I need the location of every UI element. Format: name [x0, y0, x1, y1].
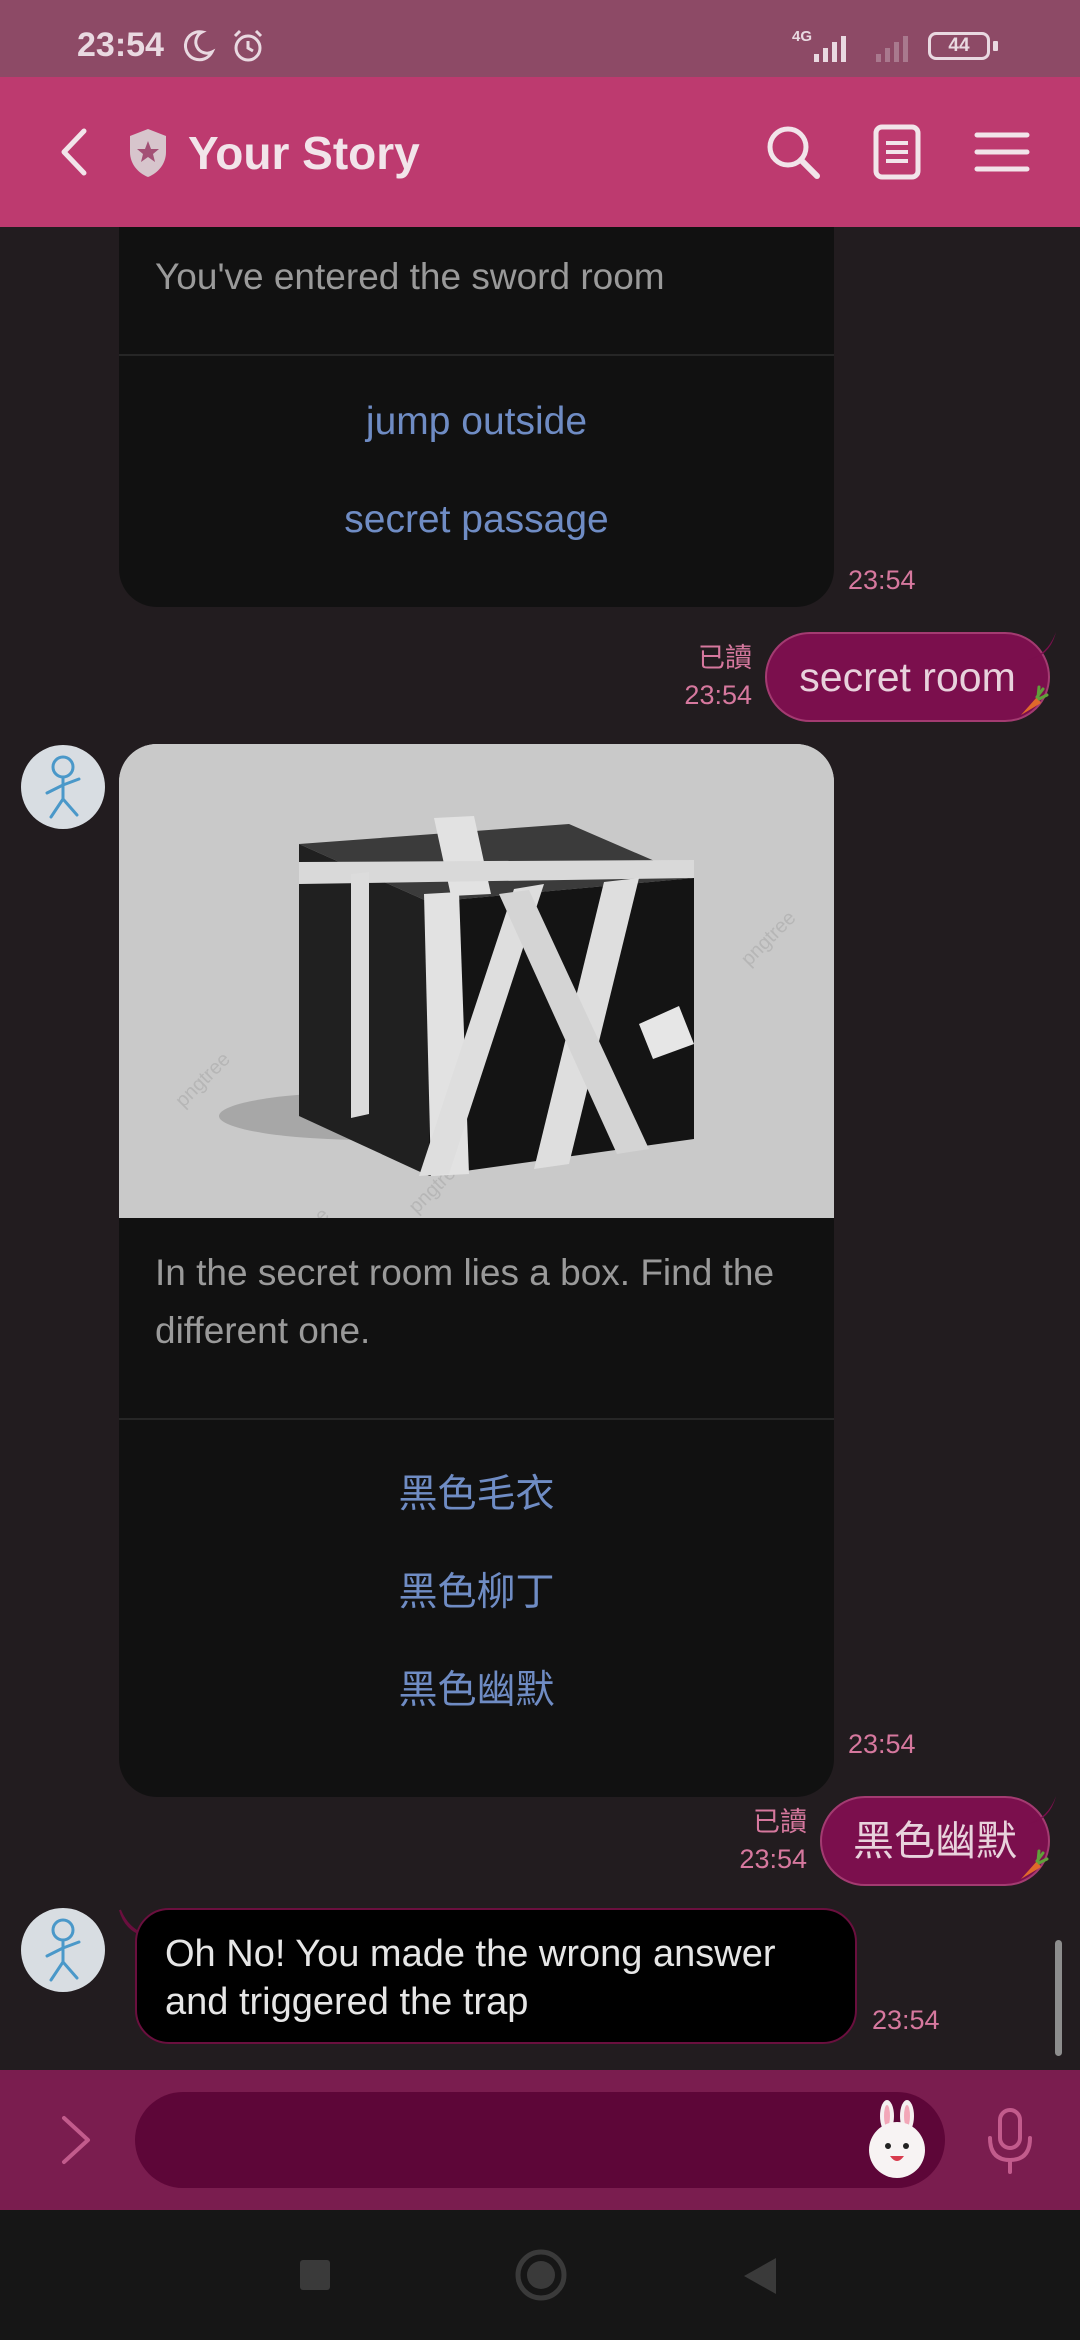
avatar[interactable] [21, 1908, 105, 1992]
shield-star-icon [126, 127, 170, 184]
incoming-message-bubble[interactable]: Oh No! You made the wrong answer and tri… [135, 1908, 857, 2044]
read-receipt: 已讀 23:54 [715, 1804, 807, 1878]
message-text: secret room [799, 654, 1016, 700]
avatar[interactable] [21, 745, 105, 829]
option-button[interactable]: secret passage [119, 471, 834, 569]
battery-tip [993, 41, 998, 51]
story-card: pngtreepngtree pngtreepngtree pngtreepng… [119, 744, 834, 1797]
notes-icon[interactable] [866, 121, 928, 183]
back-button[interactable] [740, 2256, 780, 2301]
chat-area[interactable]: You've entered the sword room jump outsi… [0, 227, 1080, 2070]
sticker-icon[interactable] [862, 2100, 932, 2185]
app-header: Your Story [0, 77, 1080, 227]
outgoing-message-bubble[interactable]: secret room [765, 632, 1050, 722]
carrot-icon [1013, 685, 1049, 721]
option-button[interactable]: 黑色幽默 [119, 1642, 834, 1740]
battery-level: 44 [948, 35, 970, 56]
message-time: 23:54 [848, 1729, 916, 1759]
message-time: 23:54 [739, 1844, 807, 1874]
read-label: 已讀 [698, 643, 752, 673]
alarm-icon [230, 28, 266, 69]
story-text: In the secret room lies a box. Find the … [155, 1252, 775, 1351]
bubble-tail [1028, 1796, 1058, 1826]
search-icon[interactable] [762, 121, 824, 183]
input-bar [0, 2070, 1080, 2210]
message-time: 23:54 [872, 2005, 940, 2035]
message-text: 黑色幽默 [853, 1818, 1017, 1864]
message-text: Oh No! You made the wrong answer and tri… [165, 1933, 776, 2023]
signal-icon [872, 28, 920, 69]
microphone-icon[interactable] [980, 2106, 1040, 2181]
status-indicators: 4G 44 [780, 0, 1080, 77]
story-text: You've entered the sword room [155, 256, 665, 297]
stick-figure-icon [45, 1918, 81, 1982]
read-label: 已讀 [753, 1807, 807, 1837]
message-time: 23:54 [848, 565, 916, 595]
system-nav-bar [0, 2210, 1080, 2340]
option-button[interactable]: 黑色毛衣 [119, 1446, 834, 1544]
option-button[interactable]: jump outside [119, 373, 834, 471]
page-title: Your Story [188, 127, 420, 179]
story-card: You've entered the sword room jump outsi… [119, 227, 834, 607]
carrot-icon [1013, 1849, 1049, 1885]
mystery-box-image: pngtreepngtree pngtreepngtree pngtreepng… [119, 744, 834, 1218]
read-receipt: 已讀 23:54 [660, 640, 752, 714]
option-button[interactable]: 黑色柳丁 [119, 1544, 834, 1642]
moon-icon [180, 28, 216, 69]
message-input[interactable] [135, 2092, 945, 2188]
expand-icon[interactable] [50, 2110, 100, 2175]
menu-icon[interactable] [971, 121, 1033, 183]
signal-icon [810, 28, 858, 69]
battery-icon: 44 [928, 32, 990, 60]
back-icon[interactable] [46, 121, 108, 183]
status-bar: 23:54 4G 44 [0, 0, 1080, 77]
scrollbar[interactable] [1055, 1940, 1062, 2056]
status-time: 23:54 [77, 26, 164, 64]
home-button[interactable] [513, 2247, 569, 2308]
network-type: 4G [792, 28, 813, 45]
message-time: 23:54 [684, 680, 752, 710]
stick-figure-icon [45, 755, 81, 819]
bubble-tail [1028, 632, 1058, 662]
recents-button[interactable] [298, 2258, 332, 2297]
